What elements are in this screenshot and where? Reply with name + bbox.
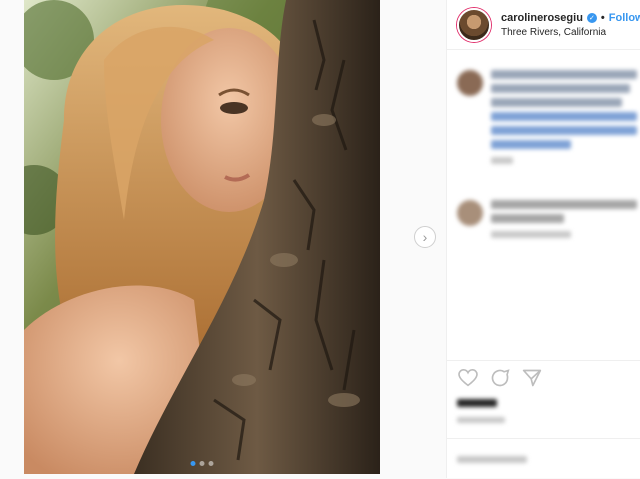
follow-button[interactable]: Follow [609, 12, 640, 24]
caption-comment [457, 70, 637, 164]
carousel-dot [199, 461, 205, 466]
location-link[interactable]: Three Rivers, California [501, 27, 640, 38]
comment-item [457, 200, 637, 238]
post-header: carolinerosegiu ✓ • Follow Three Rivers,… [447, 0, 640, 50]
likes-count[interactable] [457, 399, 497, 407]
verified-badge-icon: ✓ [586, 12, 597, 23]
carousel-dot-active [190, 461, 196, 466]
add-comment-placeholder [457, 455, 527, 463]
heart-icon[interactable] [457, 367, 479, 389]
add-comment-field[interactable] [447, 438, 640, 479]
comment-avatar [457, 70, 483, 96]
post-sidebar: carolinerosegiu ✓ • Follow Three Rivers,… [446, 0, 640, 478]
comment-icon[interactable] [489, 367, 511, 389]
next-slide-button[interactable]: › [414, 226, 436, 248]
photo-image [24, 0, 380, 474]
carousel-dot [208, 461, 214, 466]
avatar[interactable] [457, 7, 491, 42]
share-icon[interactable] [521, 367, 543, 389]
separator-dot: • [600, 11, 605, 24]
post-actions [447, 360, 640, 423]
carousel-dots [190, 461, 214, 466]
comment-avatar [457, 200, 483, 226]
post-date [457, 417, 505, 423]
username-link[interactable]: carolinerosegiu [501, 12, 583, 24]
post-photo[interactable] [24, 0, 380, 474]
chevron-right-icon: › [422, 229, 428, 245]
